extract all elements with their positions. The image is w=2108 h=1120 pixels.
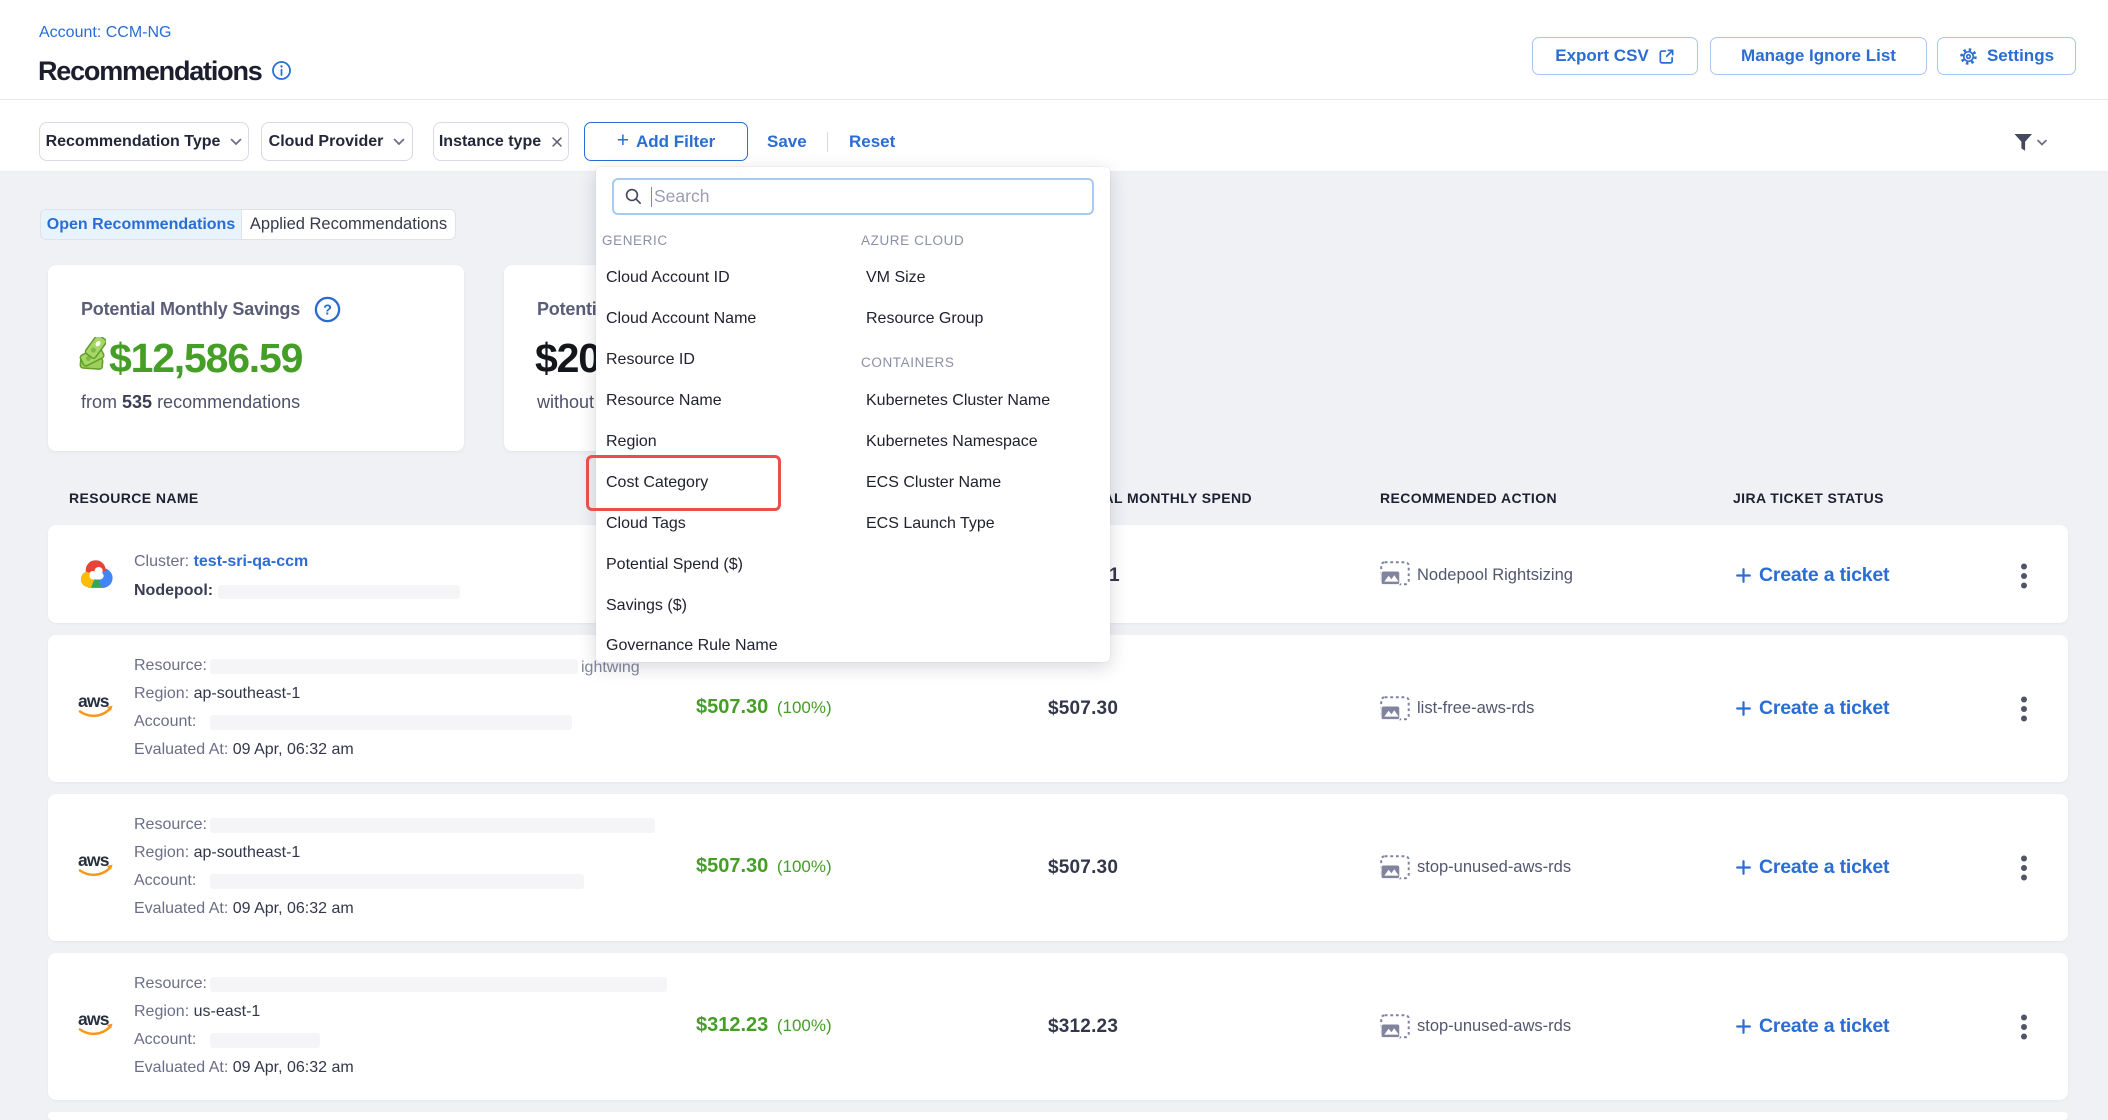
svg-text:aws: aws (78, 851, 110, 870)
svg-text:aws: aws (78, 1010, 110, 1029)
svg-text:?: ? (323, 303, 332, 319)
svg-text:aws: aws (78, 692, 110, 711)
